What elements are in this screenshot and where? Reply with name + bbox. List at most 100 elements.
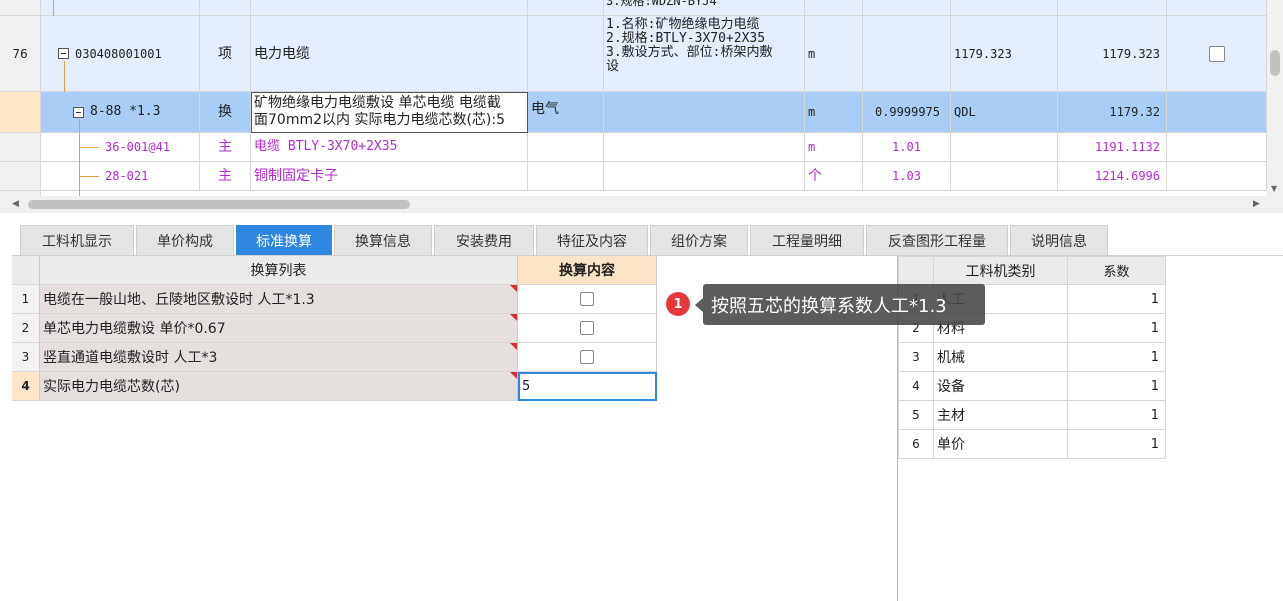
name-cell[interactable]: 铜制固定卡子 [251, 162, 528, 191]
material-type: 主材 [934, 401, 1068, 430]
material-type: 机械 [934, 343, 1068, 372]
conversion-row-selected[interactable]: 4 实际电力电缆芯数(芯) 5 [12, 372, 657, 401]
conversion-name: 单芯电力电缆敷设 单价*0.67 [40, 314, 518, 343]
core-count-input[interactable]: 5 [518, 372, 657, 401]
table-row-partial[interactable]: 3.规格:WDZN-BYJ4 [0, 0, 1267, 16]
unit-cell[interactable]: m [805, 92, 863, 133]
conversion-value[interactable] [518, 285, 657, 314]
conversion-label: 实际电力电缆芯数(芯) [43, 379, 180, 395]
conversion-header: 换算列表 换算内容 [12, 256, 657, 285]
unit-cell[interactable]: 个 [805, 162, 863, 191]
conversion-value[interactable] [518, 314, 657, 343]
coefficient-row[interactable]: 5 主材 1 [898, 401, 1166, 430]
qty-cell[interactable]: 1.01 [863, 133, 951, 162]
feature-text: 3.规格:WDZN-BYJ4 [606, 0, 717, 8]
specialty-cell[interactable]: 电气 [528, 92, 604, 133]
conversion-row[interactable]: 3 竖直通道电缆敷设时 人工*3 [12, 343, 657, 372]
coefficient-value[interactable]: 1 [1068, 430, 1166, 459]
tree-line [64, 61, 65, 92]
tab-description[interactable]: 说明信息 [1010, 225, 1108, 255]
tree-line [53, 0, 54, 16]
conversion-name: 竖直通道电缆敷设时 人工*3 [40, 343, 518, 372]
annotation-badge: 1 [666, 292, 690, 316]
checkbox-cell[interactable] [1167, 16, 1267, 92]
tree-line [79, 119, 80, 196]
annotation-tooltip: 按照五芯的换算系数人工*1.3 [703, 284, 985, 325]
total-cell[interactable]: 1191.1132 [1058, 133, 1167, 162]
row-index [0, 133, 41, 162]
name-line: 面70mm2以内 实际电力电缆芯数(芯):5 [254, 112, 505, 128]
code-cell[interactable]: 8-88 *1.3 [41, 92, 200, 133]
material-type: 单价 [934, 430, 1068, 459]
table-row-selected[interactable]: 8-88 *1.3 换 矿物绝缘电力电缆敷设 单芯电缆 电缆截 面70mm2以内… [0, 92, 1267, 133]
coefficient-header: 工料机类别 系数 [898, 256, 1166, 285]
feature-cell[interactable]: 3.规格:WDZN-BYJ4 [604, 0, 805, 16]
conversion-value[interactable] [518, 343, 657, 372]
scroll-left-arrow-icon[interactable]: ◀ [12, 199, 19, 209]
quantity-cell[interactable]: 1179.323 [951, 16, 1058, 92]
tab-standard-conversion[interactable]: 标准换算 [236, 225, 332, 255]
total-cell[interactable]: 1179.323 [1058, 16, 1167, 92]
conversion-checkbox[interactable] [580, 350, 594, 364]
collapse-icon[interactable] [73, 106, 84, 118]
total-cell[interactable]: 1179.32 [1058, 92, 1167, 133]
specialty-cell[interactable] [528, 16, 604, 92]
scrollbar-thumb[interactable] [1270, 50, 1280, 76]
table-row-main-material[interactable]: 28-021 主 铜制固定卡子 个 1.03 1214.6996 [0, 162, 1267, 191]
qty-cell[interactable] [863, 16, 951, 92]
quantity-cell[interactable]: QDL [951, 92, 1058, 133]
tooltip-arrow [695, 298, 703, 312]
table-row-main-material[interactable]: 36-001@41 主 电缆 BTLY-3X70+2X35 m 1.01 119… [0, 133, 1267, 162]
coefficient-row[interactable]: 3 机械 1 [898, 343, 1166, 372]
name-cell[interactable]: 电缆 BTLY-3X70+2X35 [251, 133, 528, 162]
tab-install-fee[interactable]: 安装费用 [434, 225, 534, 255]
name-cell[interactable]: 电力电缆 [251, 16, 528, 92]
coefficient-value[interactable]: 1 [1068, 343, 1166, 372]
unit-cell[interactable]: m [805, 133, 863, 162]
scrollbar-thumb[interactable] [28, 200, 410, 209]
tab-features[interactable]: 特征及内容 [536, 225, 648, 255]
coefficient-value[interactable]: 1 [1068, 314, 1166, 343]
conversion-row[interactable]: 1 电缆在一般山地、丘陵地区敷设时 人工*1.3 [12, 285, 657, 314]
horizontal-scrollbar[interactable]: ◀ ▶ [0, 196, 1267, 213]
code-cell[interactable]: 36-001@41 [41, 133, 200, 162]
tab-unit-price[interactable]: 单价构成 [136, 225, 234, 255]
category-cell: 项 [200, 16, 251, 92]
tab-reverse-lookup[interactable]: 反查图形工程量 [866, 225, 1008, 255]
comment-marker-icon [510, 372, 517, 379]
vertical-scrollbar[interactable]: ▼ [1267, 0, 1283, 196]
conversion-checkbox[interactable] [580, 292, 594, 306]
row-index: 5 [898, 401, 934, 430]
feature-line: 设 [606, 59, 620, 74]
coefficient-row[interactable]: 4 设备 1 [898, 372, 1166, 401]
scroll-down-arrow-icon[interactable]: ▼ [1271, 184, 1277, 193]
unit-cell[interactable]: m [805, 16, 863, 92]
row-index: 76 [0, 16, 41, 92]
qty-cell[interactable]: 1.03 [863, 162, 951, 191]
coefficient-row[interactable]: 6 单价 1 [898, 430, 1166, 459]
tab-labor-material[interactable]: 工料机显示 [20, 225, 134, 255]
category-cell: 主 [200, 133, 251, 162]
feature-cell[interactable] [604, 92, 805, 133]
conversion-row[interactable]: 2 单芯电力电缆敷设 单价*0.67 [12, 314, 657, 343]
code-cell[interactable]: 28-021 [41, 162, 200, 191]
conversion-label: 电缆在一般山地、丘陵地区敷设时 人工*1.3 [43, 292, 315, 308]
conversion-checkbox[interactable] [580, 321, 594, 335]
name-cell-editing[interactable]: 矿物绝缘电力电缆敷设 单芯电缆 电缆截 面70mm2以内 实际电力电缆芯数(芯)… [251, 92, 528, 133]
tab-conversion-info[interactable]: 换算信息 [334, 225, 432, 255]
table-row-76[interactable]: 76 030408001001 项 电力电缆 1.名称:矿物绝缘电力电缆 2.规… [0, 16, 1267, 92]
row-index: 2 [12, 314, 40, 343]
header-coefficient: 系数 [1068, 256, 1166, 285]
coefficient-value[interactable]: 1 [1068, 285, 1166, 314]
qty-cell[interactable]: 0.9999975 [863, 92, 951, 133]
scroll-right-arrow-icon[interactable]: ▶ [1253, 199, 1260, 209]
total-cell[interactable]: 1214.6996 [1058, 162, 1167, 191]
tab-pricing-scheme[interactable]: 组价方案 [650, 225, 748, 255]
tab-quantity-detail[interactable]: 工程量明细 [750, 225, 864, 255]
row-checkbox[interactable] [1208, 45, 1225, 62]
collapse-icon[interactable] [58, 48, 69, 59]
coefficient-value[interactable]: 1 [1068, 372, 1166, 401]
item-code: 8-88 *1.3 [90, 104, 161, 119]
coefficient-value[interactable]: 1 [1068, 401, 1166, 430]
feature-cell[interactable]: 1.名称:矿物绝缘电力电缆 2.规格:BTLY-3X70+2X35 3.敷设方式… [604, 16, 805, 92]
